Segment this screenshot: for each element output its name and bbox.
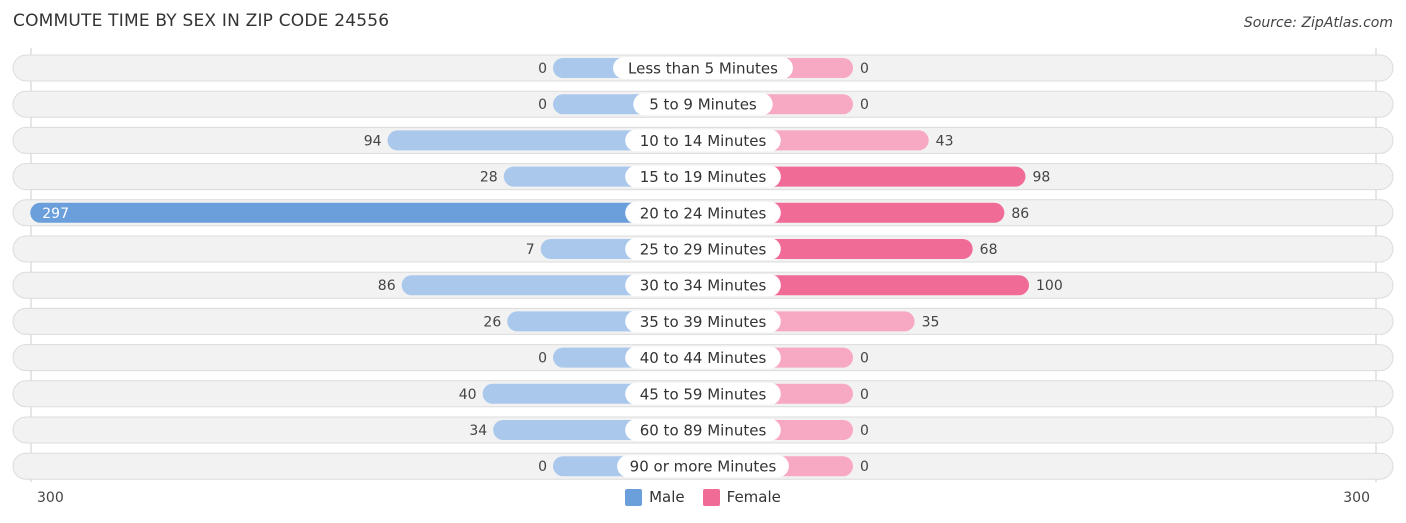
value-female: 0	[860, 351, 869, 367]
value-female: 68	[980, 242, 998, 258]
legend: Male Female	[0, 488, 1406, 506]
value-female: 86	[1011, 206, 1029, 222]
category-label: 15 to 19 Minutes	[640, 168, 767, 186]
value-female: 0	[860, 97, 869, 113]
value-female: 0	[860, 387, 869, 403]
legend-item-male: Male	[625, 488, 685, 506]
value-female: 43	[936, 133, 954, 149]
legend-item-female: Female	[702, 488, 781, 506]
category-label: 35 to 39 Minutes	[640, 313, 767, 331]
value-male: 7	[526, 242, 535, 258]
category-label: 40 to 44 Minutes	[640, 349, 767, 367]
legend-label-male: Male	[649, 488, 685, 506]
value-male: 40	[459, 387, 477, 403]
category-label: 5 to 9 Minutes	[649, 96, 757, 114]
category-label: 20 to 24 Minutes	[640, 204, 767, 222]
value-male: 94	[364, 133, 382, 149]
value-female: 0	[860, 459, 869, 475]
value-male: 28	[480, 170, 498, 186]
value-female: 0	[860, 423, 869, 439]
bar-male	[30, 202, 703, 223]
value-male: 0	[538, 97, 547, 113]
category-label: 45 to 59 Minutes	[640, 385, 767, 403]
value-male: 297	[42, 206, 69, 222]
value-female: 0	[860, 61, 869, 77]
chart-area: Less than 5 Minutes 0 0 5 to 9 Minutes 0 0 10 …	[12, 48, 1394, 482]
value-male: 0	[538, 459, 547, 475]
value-female: 100	[1036, 278, 1063, 294]
legend-swatch-male	[625, 488, 643, 506]
category-label: 25 to 29 Minutes	[640, 241, 767, 259]
category-label: 10 to 14 Minutes	[640, 132, 767, 150]
legend-swatch-female	[702, 488, 720, 506]
value-male: 26	[483, 314, 501, 330]
category-label: 90 or more Minutes	[630, 458, 777, 476]
value-male: 0	[538, 351, 547, 367]
value-female: 35	[922, 314, 940, 330]
value-male: 34	[469, 423, 487, 439]
category-label: Less than 5 Minutes	[628, 60, 778, 78]
value-male: 86	[378, 278, 396, 294]
category-label: 60 to 89 Minutes	[640, 422, 767, 440]
value-male: 0	[538, 61, 547, 77]
legend-label-female: Female	[726, 488, 781, 506]
category-label: 30 to 34 Minutes	[640, 277, 767, 295]
value-female: 98	[1032, 170, 1050, 186]
